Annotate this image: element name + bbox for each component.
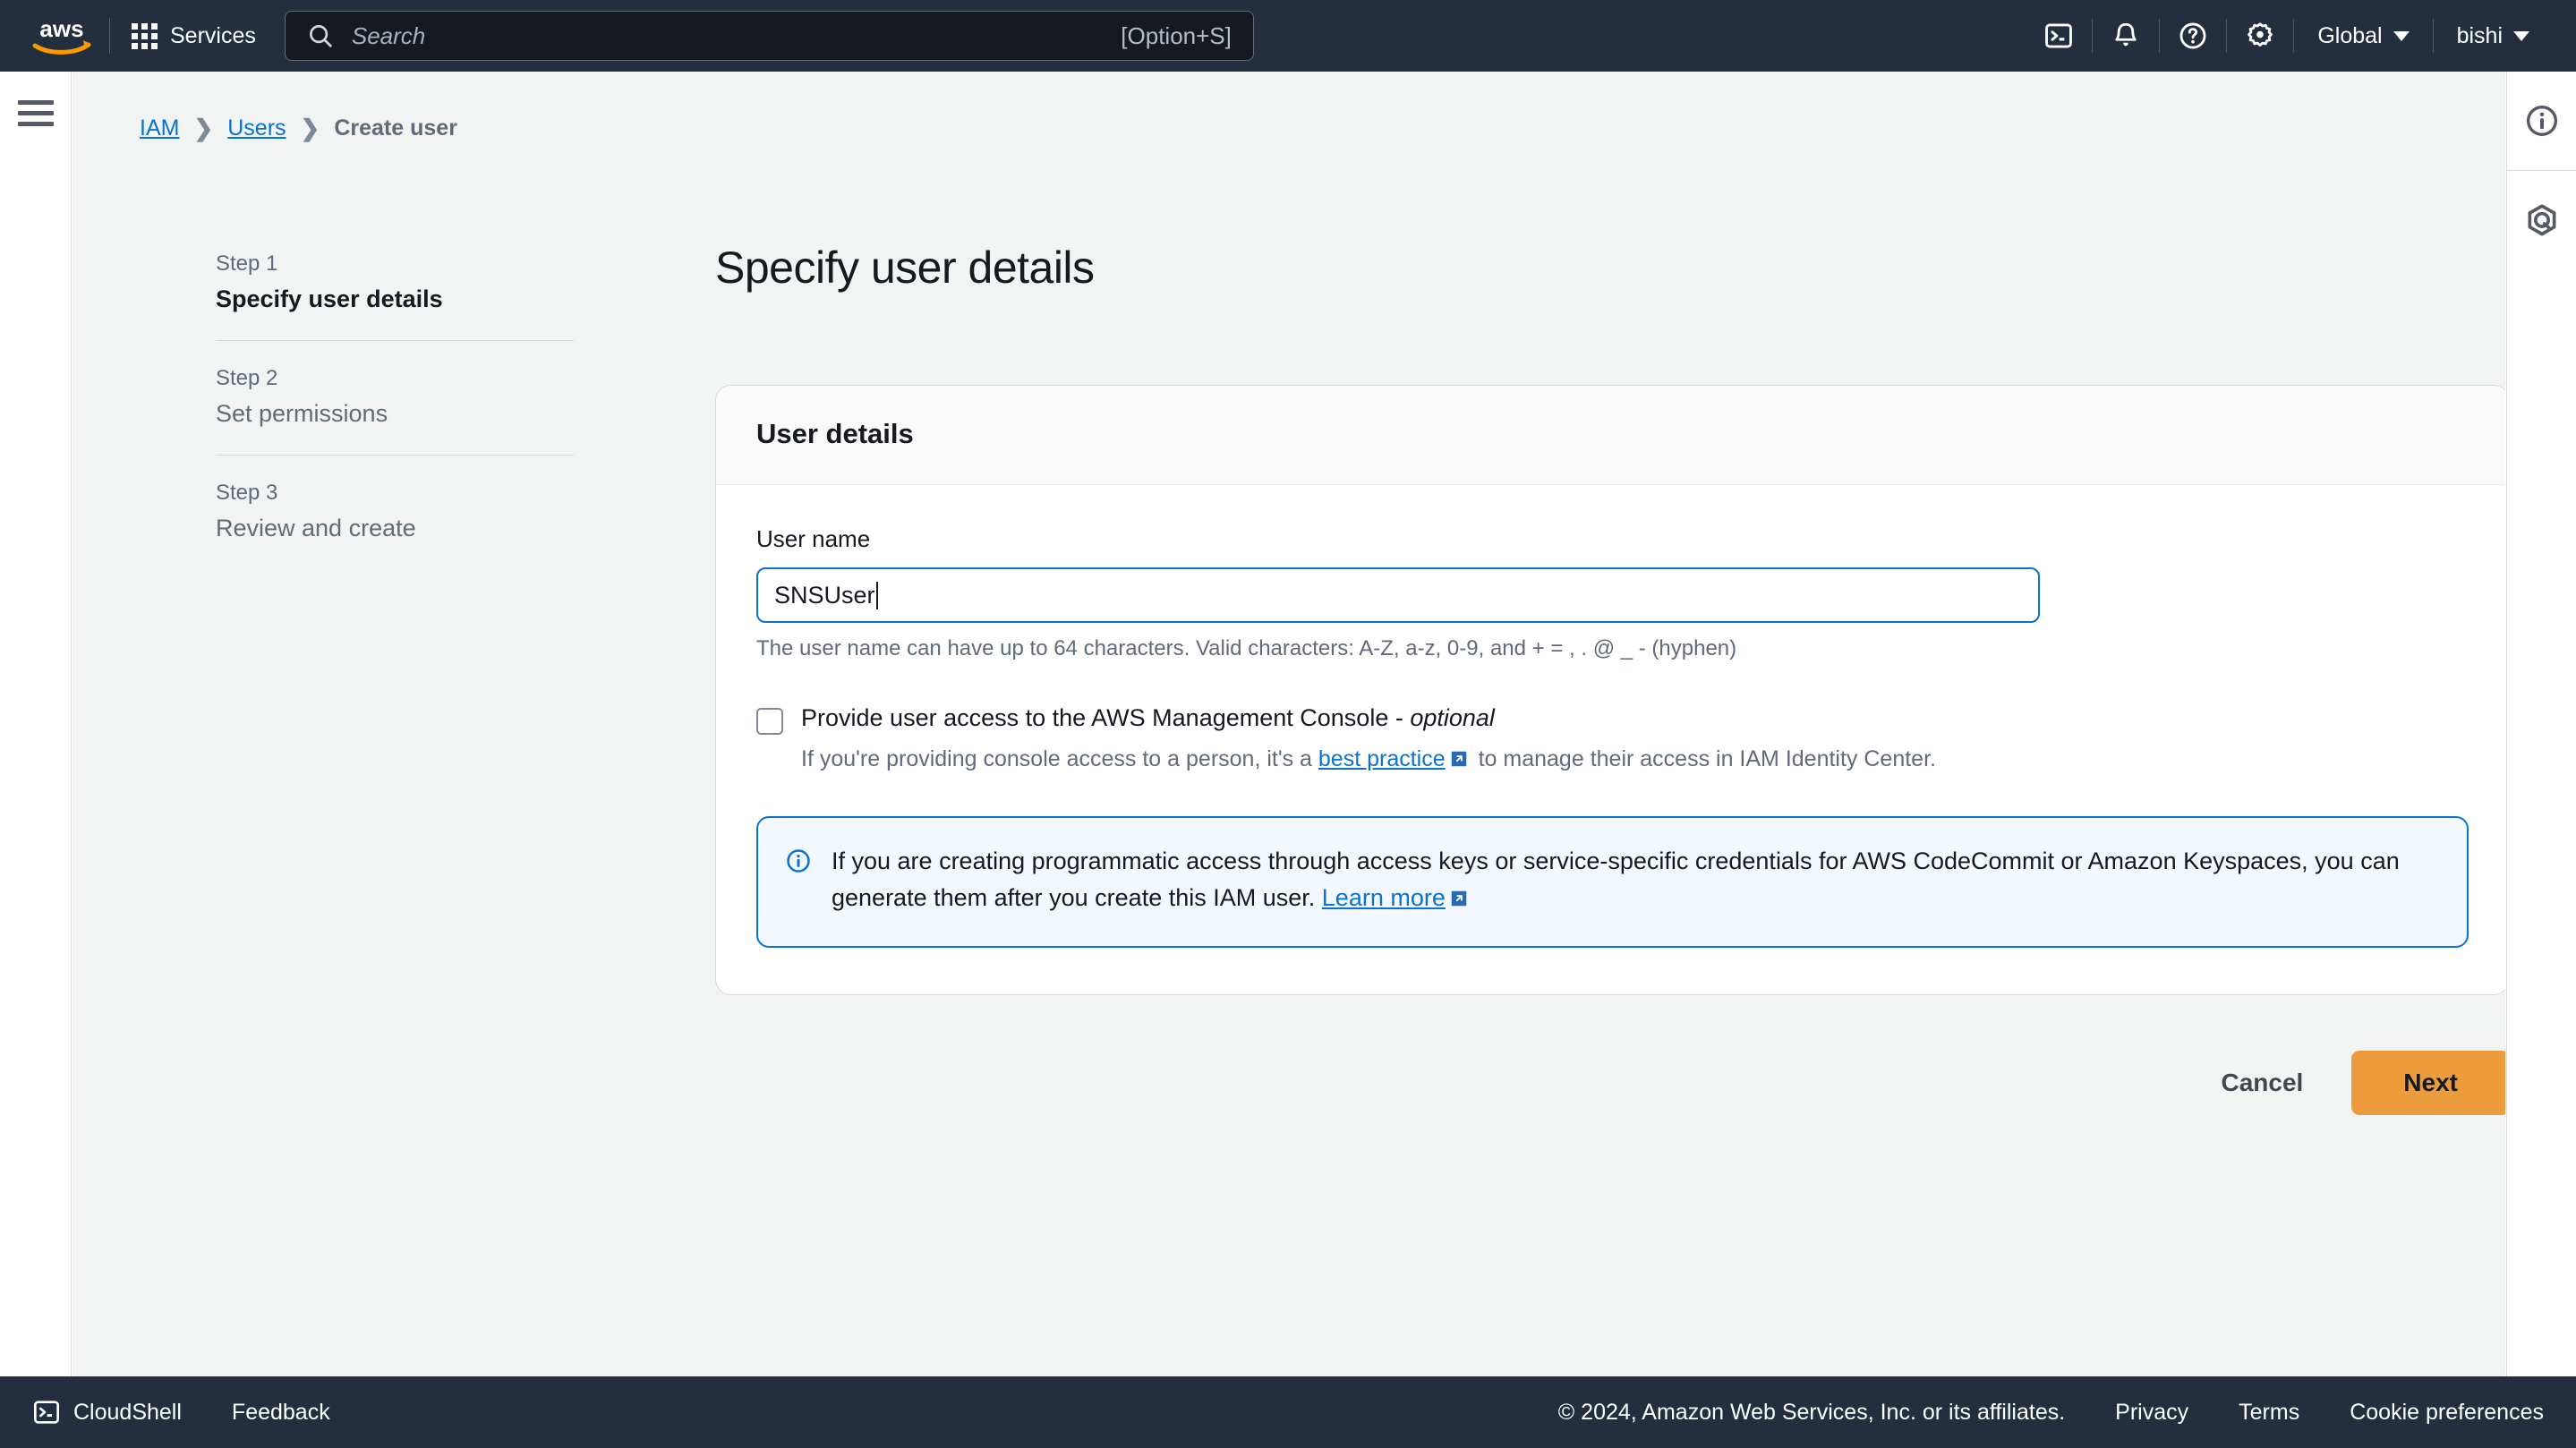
left-navigation-rail bbox=[0, 72, 72, 1376]
panel-heading: User details bbox=[756, 418, 914, 449]
settings-gear-icon bbox=[2248, 22, 2273, 47]
breadcrumb-item-create-user: Create user bbox=[334, 115, 457, 141]
info-circle-icon bbox=[787, 849, 810, 873]
step-number: Step 1 bbox=[216, 251, 278, 276]
chevron-down-icon bbox=[2513, 30, 2529, 41]
cloudshell-icon bbox=[2045, 23, 2073, 48]
help-button[interactable] bbox=[2160, 0, 2226, 72]
settings-button[interactable] bbox=[2227, 0, 2293, 72]
username-input-value: SNSUser bbox=[774, 581, 875, 609]
breadcrumb: IAM ❯ Users ❯ Create user bbox=[140, 115, 457, 142]
console-access-sub-hint: If you're providing console access to a … bbox=[801, 746, 2469, 775]
info-alert: If you are creating programmatic access … bbox=[756, 816, 2469, 949]
account-label: bishi bbox=[2456, 22, 2503, 48]
grid-icon bbox=[132, 22, 158, 49]
hamburger-bar bbox=[18, 122, 54, 126]
chevron-down-icon bbox=[2393, 30, 2410, 41]
hamburger-bar bbox=[18, 100, 54, 105]
username-input[interactable]: SNSUser bbox=[756, 567, 2040, 623]
console-access-checkbox[interactable] bbox=[756, 708, 783, 735]
notifications-button[interactable] bbox=[2093, 0, 2159, 72]
content-area: IAM ❯ Users ❯ Create user Step 1 Specify… bbox=[73, 72, 2505, 1376]
text-cursor bbox=[875, 581, 878, 609]
cloudshell-footer-button[interactable]: CloudShell bbox=[32, 1398, 182, 1427]
console-access-label-text: Provide user access to the AWS Managemen… bbox=[801, 704, 1411, 731]
console-access-label: Provide user access to the AWS Managemen… bbox=[801, 704, 1495, 732]
external-link-icon bbox=[1449, 882, 1469, 919]
username-label: User name bbox=[756, 525, 871, 552]
feedback-button[interactable]: Feedback bbox=[232, 1400, 330, 1426]
alert-body-text: If you are creating programmatic access … bbox=[832, 848, 2400, 912]
footer-bar: CloudShell Feedback © 2024, Amazon Web S… bbox=[0, 1376, 2576, 1448]
next-button[interactable]: Next bbox=[2351, 1051, 2505, 1116]
cookie-preferences-link[interactable]: Cookie preferences bbox=[2350, 1400, 2544, 1426]
best-practice-link[interactable]: best practice bbox=[1318, 746, 1446, 771]
privacy-link[interactable]: Privacy bbox=[2115, 1400, 2188, 1426]
info-circle-icon bbox=[2526, 106, 2557, 136]
search-icon bbox=[309, 25, 332, 47]
amazon-q-button[interactable] bbox=[2507, 171, 2576, 269]
console-access-optional-text: optional bbox=[1410, 704, 1495, 731]
panel-body: User name SNSUser The user name can have… bbox=[716, 485, 2505, 995]
sub-hint-suffix: to manage their access in IAM Identity C… bbox=[1471, 746, 1936, 771]
alert-icon-wrap bbox=[785, 848, 812, 919]
svg-text:aws: aws bbox=[39, 15, 83, 42]
form-actions: Cancel Next bbox=[715, 1051, 2505, 1116]
wizard-steps: Step 1 Specify user details Step 2 Set p… bbox=[216, 246, 574, 569]
user-details-panel: User details User name SNSUser The user … bbox=[715, 385, 2505, 996]
alert-text: If you are creating programmatic access … bbox=[832, 843, 2436, 919]
cloudshell-label: CloudShell bbox=[73, 1399, 182, 1425]
wizard-step-3[interactable]: Step 3 Review and create bbox=[216, 455, 574, 569]
terms-link[interactable]: Terms bbox=[2239, 1400, 2299, 1426]
wizard-step-2[interactable]: Step 2 Set permissions bbox=[216, 340, 574, 455]
search-shortcut-hint: [Option+S] bbox=[1121, 21, 1232, 49]
cancel-button[interactable]: Cancel bbox=[2188, 1052, 2335, 1113]
aws-logo[interactable]: aws bbox=[27, 15, 97, 56]
account-menu[interactable]: bishi bbox=[2434, 0, 2553, 72]
main-form-column: Specify user details User details User n… bbox=[715, 242, 2505, 1116]
amazon-q-hexagon-icon bbox=[2528, 204, 2555, 236]
step-title: Set permissions bbox=[216, 400, 388, 427]
region-label: Global bbox=[2317, 22, 2383, 48]
learn-more-link[interactable]: Learn more bbox=[1322, 884, 1446, 911]
menu-toggle-button[interactable] bbox=[18, 100, 54, 126]
chevron-right-icon: ❯ bbox=[193, 115, 214, 141]
info-panel-button[interactable] bbox=[2507, 72, 2576, 170]
nav-right-group: Global bishi bbox=[2026, 0, 2576, 72]
chevron-right-icon: ❯ bbox=[300, 115, 320, 141]
top-navigation-bar: aws Services Search [Option+S] Global bi… bbox=[0, 0, 2576, 72]
notifications-bell-icon bbox=[2115, 22, 2137, 47]
username-hint: The user name can have up to 64 characte… bbox=[756, 636, 1737, 660]
panel-header: User details bbox=[716, 386, 2505, 485]
external-link-icon bbox=[1449, 749, 1469, 775]
services-menu-button[interactable]: Services bbox=[123, 18, 265, 55]
hamburger-bar bbox=[18, 111, 54, 115]
copyright-text: © 2024, Amazon Web Services, Inc. or its… bbox=[1557, 1399, 2066, 1425]
breadcrumb-item-iam[interactable]: IAM bbox=[140, 115, 179, 141]
sub-hint-prefix: If you're providing console access to a … bbox=[801, 746, 1318, 771]
wizard-step-1[interactable]: Step 1 Specify user details bbox=[216, 246, 574, 340]
footer-right-group: © 2024, Amazon Web Services, Inc. or its… bbox=[1558, 1400, 2544, 1426]
help-question-icon bbox=[2179, 22, 2206, 49]
step-title: Review and create bbox=[216, 515, 416, 541]
services-label: Services bbox=[170, 22, 256, 48]
right-utility-rail bbox=[2506, 72, 2576, 1376]
nav-divider bbox=[109, 18, 110, 54]
console-access-checkbox-row[interactable]: Provide user access to the AWS Managemen… bbox=[756, 704, 2469, 735]
search-input[interactable]: Search [Option+S] bbox=[284, 11, 1254, 61]
step-title: Specify user details bbox=[216, 285, 443, 312]
step-number: Step 3 bbox=[216, 481, 278, 505]
page-title: Specify user details bbox=[715, 243, 1095, 293]
breadcrumb-item-users[interactable]: Users bbox=[227, 115, 286, 141]
region-selector[interactable]: Global bbox=[2294, 0, 2432, 72]
footer-left-group: CloudShell Feedback bbox=[32, 1398, 330, 1427]
search-placeholder: Search bbox=[351, 21, 426, 49]
feedback-label: Feedback bbox=[231, 1399, 330, 1425]
cloudshell-button[interactable] bbox=[2026, 0, 2092, 72]
step-number: Step 2 bbox=[216, 366, 278, 390]
cloudshell-icon bbox=[34, 1401, 59, 1424]
